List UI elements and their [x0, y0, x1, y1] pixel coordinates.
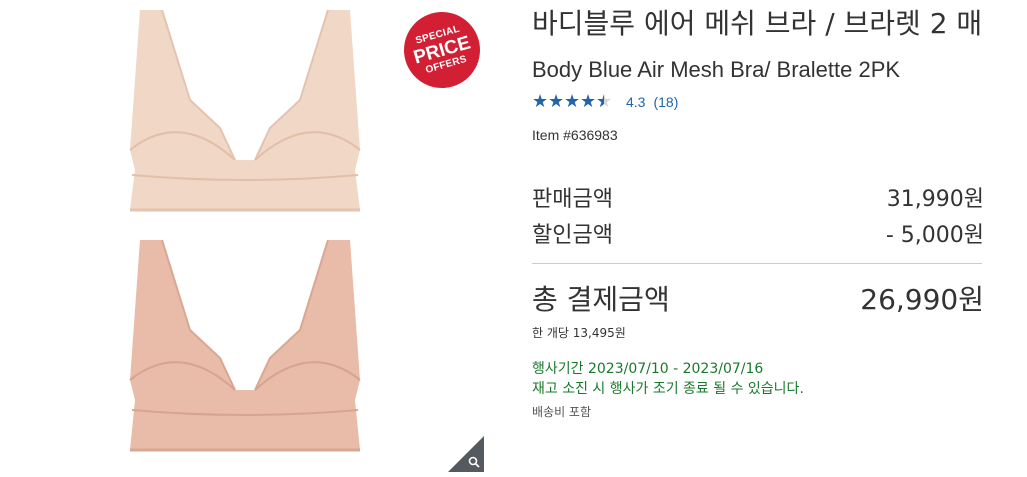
magnifier-icon	[468, 456, 480, 468]
star-icon: ★	[548, 91, 565, 112]
discount-row: 할인금액 - 5,000원	[532, 217, 984, 249]
total-price-label: 총 결제금액	[532, 283, 670, 316]
rating-value: 4.3	[626, 94, 646, 110]
sale-price-row: 판매금액 31,990원	[532, 181, 984, 213]
product-image-bralette-bottom[interactable]	[110, 240, 380, 460]
review-count-link[interactable]: (18)	[653, 94, 678, 110]
product-title-korean: 바디블루 에어 메쉬 브라 / 브라렛 2 매	[532, 7, 983, 40]
discount-label: 할인금액	[532, 223, 613, 248]
star-icon: ★	[532, 91, 549, 112]
discount-value: - 5,000원	[885, 223, 984, 248]
star-half-icon: ★	[596, 93, 612, 112]
zoom-button[interactable]	[448, 436, 484, 472]
total-price-row: 총 결제금액 26,990원	[532, 278, 984, 318]
event-period: 행사기간 2023/07/10 - 2023/07/16	[532, 361, 764, 377]
total-price-value: 26,990원	[860, 283, 984, 316]
sale-price-value: 31,990원	[886, 187, 984, 212]
event-note: 재고 소진 시 행사가 조기 종료 될 수 있습니다.	[532, 381, 804, 397]
rating-summary: ★ ★ ★ ★ ★ 4.3 (18)	[532, 91, 984, 113]
star-icon: ★	[564, 91, 581, 112]
item-number: Item #636983	[532, 127, 618, 143]
price-divider	[532, 263, 982, 264]
product-image-bralette-top[interactable]	[110, 10, 380, 230]
product-gallery: SPECIAL PRICE OFFERS	[0, 0, 490, 477]
star-rating: ★ ★ ★ ★ ★	[532, 91, 612, 112]
special-price-badge: SPECIAL PRICE OFFERS	[394, 2, 490, 98]
sale-price-label: 판매금액	[532, 187, 613, 212]
shipping-info: 배송비 포함	[532, 405, 592, 419]
product-info: 바디블루 에어 메쉬 브라 / 브라렛 2 매 Body Blue Air Me…	[532, 0, 984, 420]
product-title-english: Body Blue Air Mesh Bra/ Bralette 2PK	[532, 57, 901, 82]
star-icon: ★	[580, 91, 597, 112]
per-unit-price: 한 개당 13,495원	[532, 326, 626, 340]
